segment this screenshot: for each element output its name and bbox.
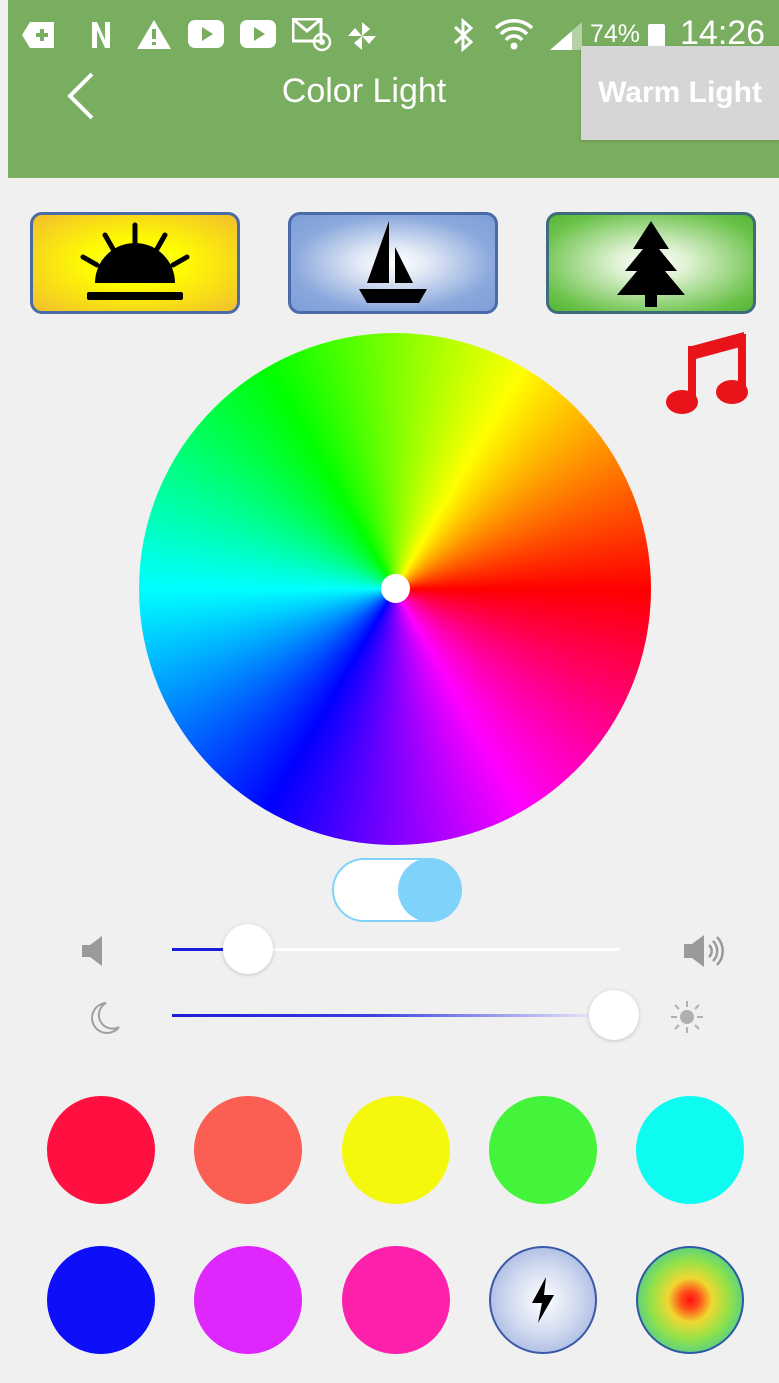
swatch-green[interactable] [489, 1096, 597, 1204]
add-box-icon [22, 22, 54, 48]
wifi-icon [494, 19, 534, 50]
lightning-icon [532, 1277, 554, 1323]
color-wheel-selector[interactable] [381, 574, 410, 603]
flash-mode-button[interactable] [489, 1246, 597, 1354]
page-title: Color Light [281, 72, 447, 110]
swatch-red[interactable] [47, 1096, 155, 1204]
sailboat-icon [359, 221, 427, 303]
scene-forest-button[interactable] [546, 212, 756, 314]
sunrise-icon [80, 222, 190, 300]
swatch-coral[interactable] [194, 1096, 302, 1204]
warning-icon [137, 20, 171, 49]
pinwheel-icon [348, 22, 376, 50]
scene-sunrise-button[interactable] [30, 212, 240, 314]
speaker-icon [82, 936, 102, 966]
swatch-magenta[interactable] [342, 1246, 450, 1354]
youtube-icon [240, 20, 276, 48]
volume-slider-thumb[interactable] [223, 924, 274, 974]
bluetooth-icon [453, 18, 474, 52]
scene-sailing-button[interactable] [288, 212, 498, 314]
toggle-knob [398, 858, 462, 922]
swatch-cyan[interactable] [636, 1096, 744, 1204]
warm-light-button[interactable]: Warm Light [581, 46, 779, 140]
power-toggle[interactable] [332, 858, 462, 922]
gradient-mode-button[interactable] [636, 1246, 744, 1354]
moon-icon [91, 1002, 120, 1034]
brightness-slider-thumb[interactable] [588, 990, 639, 1040]
battery-percentage: 74% [590, 20, 641, 48]
youtube-icon [188, 20, 224, 48]
speaker-loud-icon [684, 935, 724, 967]
nfc-n-icon [92, 22, 110, 48]
email-at-icon [292, 18, 332, 52]
signal-icon [550, 22, 582, 50]
brightness-slider-fill [172, 1014, 614, 1017]
swatch-blue[interactable] [47, 1246, 155, 1354]
swatch-purple[interactable] [194, 1246, 302, 1354]
volume-slider[interactable] [172, 924, 620, 974]
music-note-icon [666, 332, 748, 414]
music-button[interactable] [664, 326, 750, 418]
back-button[interactable] [58, 70, 104, 122]
swatch-yellow[interactable] [342, 1096, 450, 1204]
sun-icon [671, 1001, 703, 1033]
brightness-slider[interactable] [172, 990, 639, 1040]
chevron-left-icon [67, 72, 94, 120]
pine-tree-icon [617, 221, 685, 307]
